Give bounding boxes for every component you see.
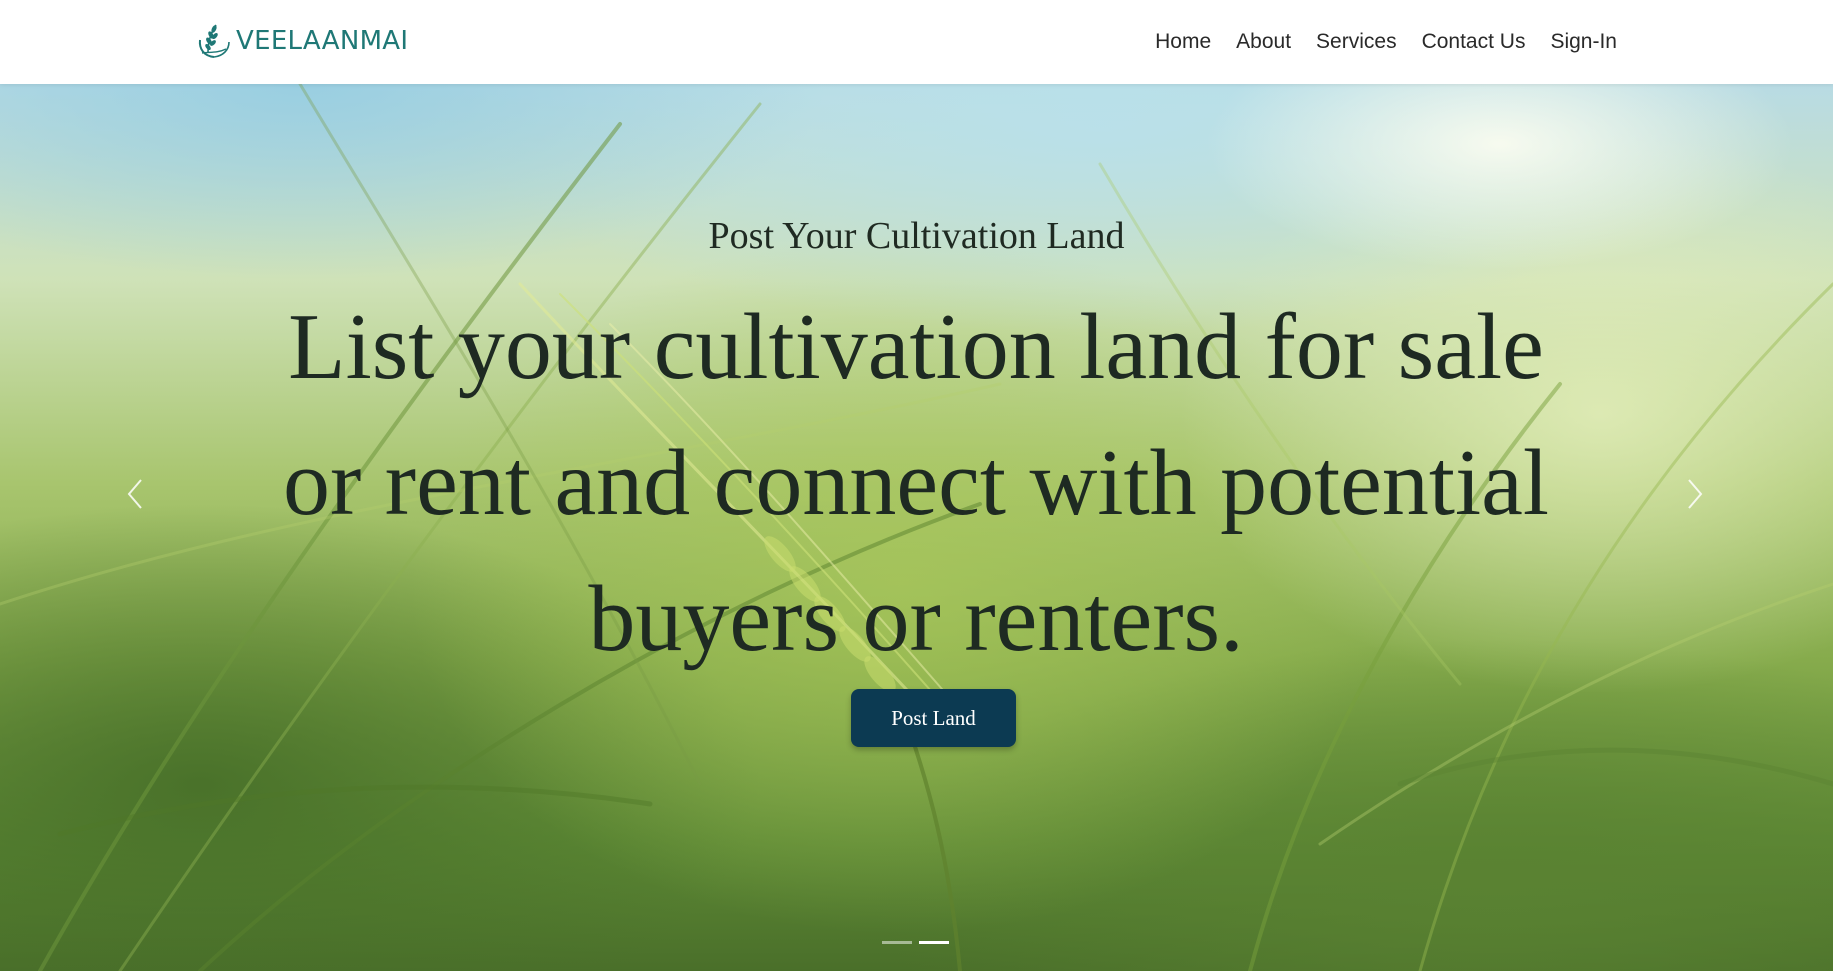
carousel-indicators — [882, 941, 949, 944]
hero-subtitle: Post Your Cultivation Land — [708, 215, 1125, 257]
brand-logo-link[interactable]: VEELAANMAI — [196, 21, 408, 61]
post-land-button[interactable]: Post Land — [851, 689, 1016, 747]
nav-services[interactable]: Services — [1316, 30, 1397, 54]
nav-sign-in[interactable]: Sign-In — [1550, 30, 1617, 54]
navbar: VEELAANMAI Home About Services Contact U… — [0, 0, 1833, 84]
hero-content: Post Your Cultivation Land List your cul… — [0, 84, 1833, 971]
main-nav: Home About Services Contact Us Sign-In — [1155, 0, 1617, 84]
carousel-indicator-2[interactable] — [919, 941, 949, 944]
leaf-wheat-icon — [196, 22, 232, 60]
nav-home[interactable]: Home — [1155, 30, 1211, 54]
brand-name: VEELAANMAI — [236, 26, 409, 56]
nav-about[interactable]: About — [1236, 30, 1291, 54]
hero-carousel: Post Your Cultivation Land List your cul… — [0, 84, 1833, 971]
hero-title: List your cultivation land for sale or r… — [283, 295, 1549, 671]
carousel-indicator-1[interactable] — [882, 941, 912, 944]
chevron-left-icon — [125, 478, 145, 515]
chevron-right-icon — [1685, 478, 1705, 515]
carousel-prev-button[interactable] — [115, 466, 155, 526]
carousel-next-button[interactable] — [1675, 466, 1715, 526]
nav-contact-us[interactable]: Contact Us — [1422, 30, 1526, 54]
